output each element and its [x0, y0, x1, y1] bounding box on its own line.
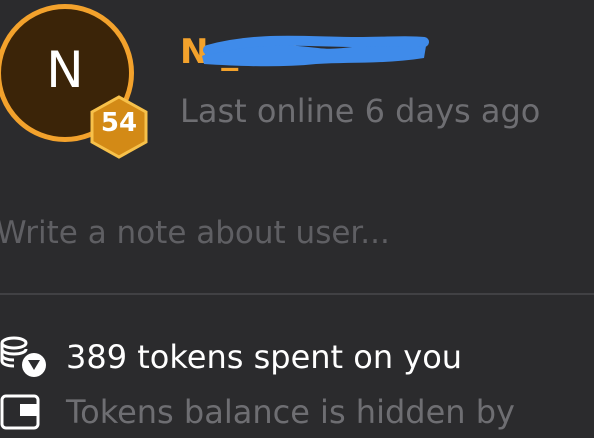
- last-online-status: Last online 6 days ago: [180, 92, 541, 130]
- wallet-icon: [0, 390, 48, 434]
- redaction-scribble: [202, 35, 429, 67]
- user-note-input[interactable]: [0, 215, 586, 251]
- level-number: 54: [100, 108, 138, 138]
- avatar-letter: N: [46, 41, 84, 99]
- balance-hidden-text: Tokens balance is hidden by: [66, 393, 515, 431]
- tokens-spent-text: 389 tokens spent on you: [66, 338, 463, 376]
- tokens-spent-row: 389 tokens spent on you: [0, 335, 462, 379]
- level-badge: 54: [87, 95, 151, 159]
- divider: [0, 293, 594, 295]
- balance-hidden-row: Tokens balance is hidden by: [0, 390, 515, 434]
- coin-stack-icon: [0, 335, 48, 379]
